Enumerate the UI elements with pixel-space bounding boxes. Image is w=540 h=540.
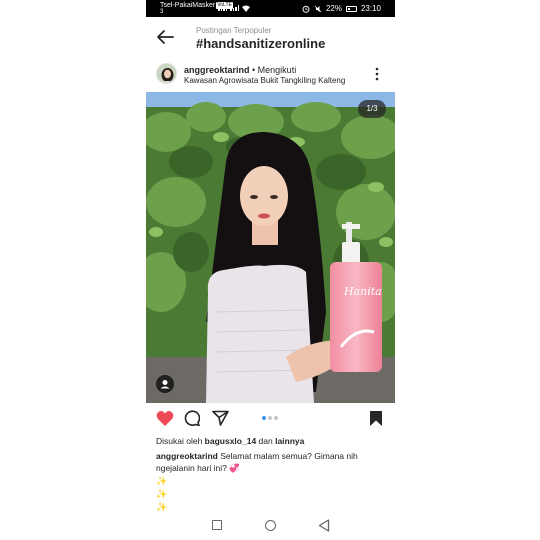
alarm-icon bbox=[302, 5, 310, 13]
bookmark-icon[interactable] bbox=[369, 410, 383, 427]
separator: • bbox=[249, 65, 258, 75]
caption-username[interactable]: anggreoktarind bbox=[156, 451, 218, 461]
product-brand: Hanita bbox=[343, 285, 382, 298]
battery-icon bbox=[345, 5, 357, 12]
signal-icon bbox=[218, 5, 227, 11]
post-photo: Hanita bbox=[146, 92, 395, 403]
status-bar: Tsel-PakaiMaskerVoLTE 3 22% 23:10 bbox=[146, 0, 395, 17]
header-subtitle: Postingan Terpopuler bbox=[196, 26, 272, 35]
likes-middle: dan bbox=[256, 436, 276, 446]
sparkle-2: ✨ bbox=[156, 489, 168, 499]
carousel-dot-1 bbox=[262, 416, 266, 420]
comment-icon[interactable] bbox=[184, 410, 200, 426]
vertical-dots-icon[interactable] bbox=[373, 66, 381, 82]
follow-status[interactable]: Mengikuti bbox=[258, 65, 297, 75]
signal-icon-2 bbox=[230, 5, 239, 11]
likes-prefix: Disukai oleh bbox=[156, 436, 205, 446]
system-nav-bar bbox=[146, 510, 395, 540]
post-image[interactable]: Hanita bbox=[146, 92, 395, 403]
mute-icon bbox=[314, 5, 322, 12]
battery-percent: 22% bbox=[325, 4, 342, 13]
post-username[interactable]: anggreoktarind bbox=[184, 65, 250, 75]
recent-apps-icon[interactable] bbox=[212, 520, 222, 530]
back-triangle-icon[interactable] bbox=[318, 519, 330, 532]
carousel-dot-3 bbox=[274, 416, 278, 420]
hashtag-title: #handsanitizeronline bbox=[196, 36, 326, 51]
clock: 23:10 bbox=[360, 4, 381, 13]
carousel-indicator bbox=[262, 416, 278, 420]
page-header: Postingan Terpopuler #handsanitizeronlin… bbox=[146, 17, 395, 57]
post-author-row: anggreoktarind • Mengikuti bbox=[184, 65, 296, 75]
image-counter: 1/3 bbox=[358, 100, 386, 118]
carrier-sub: 3 bbox=[160, 9, 164, 15]
carousel-dot-2 bbox=[268, 416, 272, 420]
post-location[interactable]: Kawasan Agrowisata Bukit Tangkiling Kalt… bbox=[184, 76, 345, 85]
avatar[interactable] bbox=[156, 63, 177, 84]
share-icon[interactable] bbox=[212, 410, 229, 426]
status-right: 22% 23:10 bbox=[302, 4, 381, 13]
tagged-people-button[interactable] bbox=[156, 375, 174, 393]
liker-username[interactable]: bagusxlo_14 bbox=[205, 436, 257, 446]
sparkle-1: ✨ bbox=[156, 476, 168, 486]
phone-screen: Tsel-PakaiMaskerVoLTE 3 22% 23:10 Postin… bbox=[146, 0, 395, 540]
wifi-icon bbox=[242, 5, 250, 12]
user-icon bbox=[160, 380, 170, 389]
likes-text[interactable]: Disukai oleh bagusxlo_14 dan lainnya bbox=[156, 436, 304, 446]
post-caption: anggreoktarind Selamat malam semua? Gima… bbox=[156, 450, 388, 474]
heart-icon[interactable] bbox=[156, 410, 174, 427]
likes-others[interactable]: lainnya bbox=[275, 436, 304, 446]
home-icon[interactable] bbox=[265, 520, 276, 531]
arrow-left-icon[interactable] bbox=[156, 29, 174, 45]
